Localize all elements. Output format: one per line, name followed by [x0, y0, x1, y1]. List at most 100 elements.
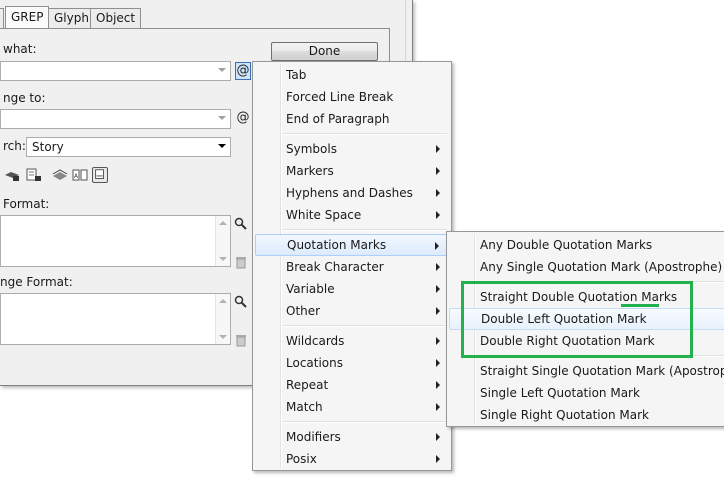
menu-item-symbols[interactable]: Symbols — [255, 138, 449, 160]
chevron-right-icon — [436, 381, 440, 389]
menu-item-label: Markers — [286, 164, 334, 178]
scroll-down-icon[interactable] — [219, 257, 227, 261]
change-format-box[interactable] — [0, 293, 231, 345]
chevron-down-icon — [218, 116, 226, 120]
menu-item-modifiers[interactable]: Modifiers — [255, 426, 449, 448]
include-master-pages-icon[interactable]: A — [72, 167, 88, 183]
menu-item-posix[interactable]: Posix — [255, 448, 449, 470]
menu-item-label: Match — [286, 400, 323, 414]
annotation-underline — [621, 304, 659, 307]
menu-item-wildcards[interactable]: Wildcards — [255, 330, 449, 352]
annotation-highlight-box — [461, 281, 693, 358]
specify-find-format-icon[interactable] — [234, 217, 248, 231]
menu-item-label: Break Character — [286, 260, 384, 274]
menu-item-forced-line-break[interactable]: Forced Line Break — [255, 86, 449, 108]
submenu-item-label: Any Double Quotation Marks — [480, 238, 653, 252]
at-icon: @ — [236, 63, 250, 78]
chevron-right-icon — [436, 263, 440, 271]
submenu-item-single-right-quotation-mark[interactable]: Single Right Quotation Mark — [449, 404, 724, 426]
menu-separator — [283, 229, 447, 231]
menu-item-end-of-paragraph[interactable]: End of Paragraph — [255, 108, 449, 130]
specify-change-format-icon[interactable] — [234, 295, 248, 309]
scrollbar[interactable] — [215, 216, 230, 266]
submenu-item-any-single-quotation-mark-apostrophe[interactable]: Any Single Quotation Mark (Apostrophe) — [449, 256, 724, 278]
menu-item-label: Wildcards — [286, 334, 345, 348]
chevron-right-icon — [436, 337, 440, 345]
at-icon: @ — [236, 110, 250, 125]
change-format-label: nge Format: — [0, 275, 73, 289]
tab-partial[interactable] — [0, 8, 4, 28]
include-locked-layers-icon[interactable] — [4, 167, 20, 183]
menu-item-label: Hyphens and Dashes — [286, 186, 413, 200]
menu-item-markers[interactable]: Markers — [255, 160, 449, 182]
change-to-field[interactable] — [0, 109, 231, 129]
trash-icon[interactable] — [234, 333, 248, 347]
search-label: rch: — [3, 139, 26, 153]
submenu-item-label: Straight Single Quotation Mark (Apostrop… — [480, 364, 724, 378]
menu-item-repeat[interactable]: Repeat — [255, 374, 449, 396]
tab-glyph[interactable]: Glyph — [48, 8, 95, 28]
special-chars-find-button[interactable]: @ — [235, 62, 251, 80]
menu-item-white-space[interactable]: White Space — [255, 204, 449, 226]
menu-item-tab[interactable]: Tab — [255, 64, 449, 86]
chevron-down-icon — [218, 144, 226, 148]
menu-item-locations[interactable]: Locations — [255, 352, 449, 374]
menu-separator — [283, 421, 447, 423]
menu-item-hyphens-and-dashes[interactable]: Hyphens and Dashes — [255, 182, 449, 204]
trash-icon[interactable] — [234, 255, 248, 269]
find-what-label: what: — [3, 42, 37, 56]
find-format-box[interactable] — [0, 215, 231, 267]
menu-item-label: Quotation Marks — [287, 238, 387, 252]
scroll-up-icon[interactable] — [219, 299, 227, 303]
tab-grep[interactable]: GREP — [5, 6, 50, 28]
chevron-right-icon — [436, 211, 440, 219]
menu-item-quotation-marks[interactable]: Quotation Marks — [255, 234, 449, 256]
menu-separator — [283, 325, 447, 327]
menu-item-label: Other — [286, 304, 321, 318]
chevron-right-icon — [435, 242, 439, 250]
menu-item-other[interactable]: Other — [255, 300, 449, 322]
menu-item-match[interactable]: Match — [255, 396, 449, 418]
chevron-right-icon — [436, 145, 440, 153]
menu-item-label: Repeat — [286, 378, 329, 392]
tab-object[interactable]: Object — [90, 8, 142, 28]
submenu-item-label: Single Left Quotation Mark — [480, 386, 640, 400]
include-footnotes-icon[interactable] — [92, 167, 108, 183]
chevron-right-icon — [436, 359, 440, 367]
include-locked-stories-icon[interactable] — [26, 167, 42, 183]
search-scope-value: Story — [32, 140, 64, 154]
menu-item-label: Modifiers — [286, 430, 341, 444]
menu-item-label: Tab — [286, 68, 307, 82]
menu-item-label: End of Paragraph — [286, 112, 390, 126]
chevron-right-icon — [436, 455, 440, 463]
menu-item-label: Locations — [286, 356, 344, 370]
done-button[interactable]: Done — [271, 42, 378, 61]
chevron-right-icon — [436, 167, 440, 175]
chevron-right-icon — [436, 189, 440, 197]
submenu-item-any-double-quotation-marks[interactable]: Any Double Quotation Marks — [449, 234, 724, 256]
find-what-field[interactable] — [0, 61, 231, 81]
chevron-right-icon — [436, 433, 440, 441]
submenu-item-label: Single Right Quotation Mark — [480, 408, 649, 422]
special-characters-menu: Tab Forced Line Break End of Paragraph Symb… — [252, 61, 452, 471]
menu-item-variable[interactable]: Variable — [255, 278, 449, 300]
chevron-down-icon — [218, 68, 226, 72]
submenu-item-single-left-quotation-mark[interactable]: Single Left Quotation Mark — [449, 382, 724, 404]
scroll-up-icon[interactable] — [219, 221, 227, 225]
scrollbar[interactable] — [215, 294, 230, 344]
include-hidden-layers-icon[interactable] — [52, 167, 68, 183]
scroll-down-icon[interactable] — [219, 335, 227, 339]
chevron-right-icon — [436, 285, 440, 293]
menu-item-label: White Space — [286, 208, 362, 222]
submenu-item-straight-single-quotation-mark-apostrophe[interactable]: Straight Single Quotation Mark (Apostrop… — [449, 360, 724, 382]
menu-item-label: Symbols — [286, 142, 337, 156]
menu-item-label: Variable — [286, 282, 335, 296]
chevron-right-icon — [436, 403, 440, 411]
find-format-label: Format: — [3, 197, 50, 211]
chevron-right-icon — [436, 307, 440, 315]
menu-item-label: Posix — [286, 452, 317, 466]
search-scope-select[interactable]: Story — [26, 137, 231, 157]
special-chars-change-button[interactable]: @ — [235, 110, 251, 128]
menu-item-break-character[interactable]: Break Character — [255, 256, 449, 278]
menu-separator — [283, 133, 447, 135]
